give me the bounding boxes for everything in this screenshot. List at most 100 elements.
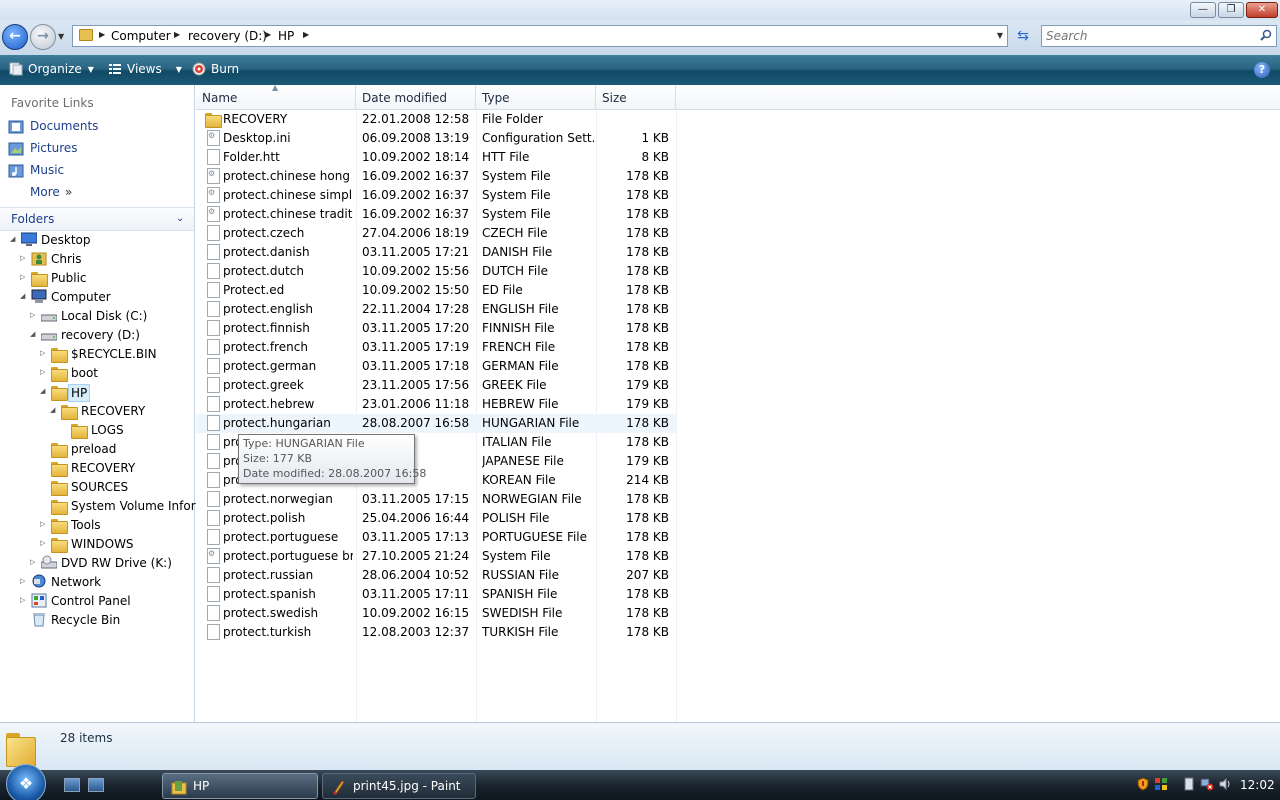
tree-item-recovery[interactable]: ◢ RECOVERY — [0, 402, 194, 421]
breadcrumb-computer[interactable]: Computer — [111, 29, 171, 43]
start-button[interactable]: ❖ — [6, 764, 46, 800]
table-row[interactable]: protect.danish 03.11.2005 17:21 DANISH Fil… — [196, 243, 676, 262]
tree-item-recovery-d[interactable]: ◢ recovery (D:) — [0, 326, 194, 345]
table-row[interactable]: protect.french 03.11.2005 17:19 FRENCH Fil… — [196, 338, 676, 357]
expand-arrow-icon[interactable]: ▷ — [20, 596, 28, 606]
address-history-dropdown-icon[interactable]: ▼ — [997, 31, 1003, 40]
column-name[interactable]: Name ▲ — [196, 83, 356, 110]
table-row[interactable]: Protect.ed 10.09.2002 15:50 ED File 178 KB — [196, 281, 676, 300]
table-row[interactable]: protect.russian 28.06.2004 10:52 RUSSIAN F… — [196, 566, 676, 585]
table-row[interactable]: Desktop.ini 06.09.2008 13:19 Configuration… — [196, 129, 676, 148]
chevron-right-icon[interactable]: ▶ — [303, 30, 309, 39]
collapse-arrow-icon[interactable]: ◢ — [30, 330, 38, 340]
help-button[interactable]: ? — [1254, 62, 1270, 78]
tree-item-hp[interactable]: ◢ HP — [0, 383, 194, 402]
expand-arrow-icon[interactable]: ▷ — [40, 349, 48, 359]
table-row[interactable]: protect.norwegian 03.11.2005 17:15 NORWEGI… — [196, 490, 676, 509]
column-type[interactable]: Type — [476, 85, 596, 110]
expand-arrow-icon[interactable]: ▷ — [40, 520, 48, 530]
table-row[interactable]: protect.german 03.11.2005 17:18 GERMAN Fil… — [196, 357, 676, 376]
breadcrumb-hp[interactable]: HP — [278, 29, 294, 43]
expand-arrow-icon[interactable]: ▷ — [20, 577, 28, 587]
table-row[interactable]: protect.english 22.11.2004 17:28 ENGLISH F… — [196, 300, 676, 319]
table-row[interactable]: protect.turkish 12.08.2003 12:37 TURKISH F… — [196, 623, 676, 642]
breadcrumb-recovery-d[interactable]: recovery (D:) — [188, 29, 267, 43]
expand-arrow-icon[interactable]: ▷ — [30, 558, 38, 568]
table-row[interactable]: protect.swedish 10.09.2002 16:15 SWEDISH F… — [196, 604, 676, 623]
device-icon[interactable] — [1182, 777, 1196, 791]
search-box[interactable] — [1041, 25, 1277, 47]
chevron-right-icon[interactable]: ▶ — [265, 30, 271, 39]
chevron-right-icon[interactable]: ▶ — [99, 30, 105, 39]
tree-item-tools[interactable]: ▷ Tools — [0, 516, 194, 535]
table-row[interactable]: protect.polish 25.04.2006 16:44 POLISH Fil… — [196, 509, 676, 528]
collapse-arrow-icon[interactable]: ◢ — [10, 235, 18, 245]
tree-item-logs[interactable]: LOGS — [0, 421, 194, 440]
views-button[interactable]: Views ▼ — [108, 62, 182, 76]
show-desktop-icon[interactable] — [64, 778, 80, 792]
expand-arrow-icon[interactable]: ▷ — [40, 368, 48, 378]
close-button[interactable]: ✕ — [1246, 2, 1278, 18]
tree-item-desktop[interactable]: ◢ Desktop — [0, 231, 194, 250]
organize-button[interactable]: Organize ▼ — [9, 62, 94, 76]
chevron-right-icon[interactable]: ▶ — [174, 30, 180, 39]
refresh-button[interactable]: ⇆ — [1012, 26, 1034, 46]
tree-item-local-disk-c[interactable]: ▷ Local Disk (C:) — [0, 307, 194, 326]
table-row[interactable]: protect.portuguese 03.11.2005 17:13 PORTUG… — [196, 528, 676, 547]
column-size[interactable]: Size — [596, 85, 676, 110]
tree-item-boot[interactable]: ▷ boot — [0, 364, 194, 383]
table-row[interactable]: protect.finnish 03.11.2005 17:20 FINNISH F… — [196, 319, 676, 338]
collapse-arrow-icon[interactable]: ◢ — [40, 387, 48, 397]
table-row[interactable]: protect.greek 23.11.2005 17:56 GREEK File 1… — [196, 376, 676, 395]
tree-item-dvd-rw-drive-k[interactable]: ▷ DVD RW Drive (K:) — [0, 554, 194, 573]
tree-item-windows[interactable]: ▷ WINDOWS — [0, 535, 194, 554]
table-row[interactable]: protect.chinese hong k... 16.09.2002 16:3… — [196, 167, 676, 186]
column-date-modified[interactable]: Date modified — [356, 85, 476, 110]
search-icon[interactable] — [1260, 29, 1272, 41]
tree-item-public[interactable]: ▷ Public — [0, 269, 194, 288]
back-button[interactable]: ← — [2, 24, 28, 50]
burn-button[interactable]: Burn — [192, 62, 239, 76]
search-input[interactable] — [1046, 28, 1246, 44]
recent-pages-dropdown-icon[interactable]: ▼ — [58, 32, 64, 41]
maximize-button[interactable]: ❐ — [1218, 2, 1244, 18]
switch-windows-icon[interactable] — [88, 778, 104, 792]
table-row[interactable]: Folder.htt 10.09.2002 18:14 HTT File 8 KB — [196, 148, 676, 167]
table-row[interactable]: protect.chinese simplif... 16.09.2002 16:… — [196, 186, 676, 205]
collapse-arrow-icon[interactable]: ◢ — [20, 292, 28, 302]
expand-arrow-icon[interactable]: ▷ — [20, 273, 28, 283]
table-row[interactable]: RECOVERY 22.01.2008 12:58 File Folder — [196, 110, 676, 129]
tree-item-system-volume-inform[interactable]: System Volume Inform — [0, 497, 207, 516]
tree-item-computer[interactable]: ◢ Computer — [0, 288, 194, 307]
address-bar[interactable]: ▶ Computer ▶ recovery (D:) ▶ HP ▶ ▼ — [72, 25, 1008, 47]
tree-item-recycle-bin[interactable]: Recycle Bin — [0, 611, 194, 630]
table-row[interactable]: protect.chinese traditi... 16.09.2002 16:… — [196, 205, 676, 224]
expand-arrow-icon[interactable]: ▷ — [30, 311, 38, 321]
expand-arrow-icon[interactable]: ▷ — [40, 539, 48, 549]
table-row[interactable]: protect.hebrew 23.01.2006 11:18 HEBREW Fil… — [196, 395, 676, 414]
table-row[interactable]: protect.spanish 03.11.2005 17:11 SPANISH F… — [196, 585, 676, 604]
security-shield-icon[interactable] — [1136, 777, 1150, 791]
tree-item-recycle-bin[interactable]: ▷ $RECYCLE.BIN — [0, 345, 194, 364]
tree-item-preload[interactable]: preload — [0, 440, 194, 459]
collapse-arrow-icon[interactable]: ◢ — [50, 406, 58, 416]
taskbar-item-hp[interactable]: HP — [162, 773, 318, 799]
taskbar-item-paint[interactable]: print45.jpg - Paint — [322, 773, 476, 799]
tree-item-control-panel[interactable]: ▷ Control Panel — [0, 592, 194, 611]
table-row[interactable]: protect.czech 27.04.2006 18:19 CZECH File 1… — [196, 224, 676, 243]
expand-arrow-icon[interactable]: ▷ — [20, 254, 28, 264]
clock[interactable]: 12:02 — [1240, 778, 1275, 792]
tree-item-recovery[interactable]: RECOVERY — [0, 459, 194, 478]
volume-icon[interactable] — [1218, 777, 1232, 791]
table-row[interactable]: protect.dutch 10.09.2002 15:56 DUTCH File 1… — [196, 262, 676, 281]
tree-item-chris[interactable]: ▷ Chris — [0, 250, 194, 269]
tree-item-sources[interactable]: SOURCES — [0, 478, 194, 497]
table-row[interactable]: protect.portuguese bra... 27.10.2005 21:2… — [196, 547, 676, 566]
windows-update-icon[interactable] — [1154, 777, 1168, 791]
forward-button[interactable]: → — [30, 24, 56, 50]
minimize-button[interactable]: — — [1190, 2, 1216, 18]
folders-header[interactable]: Folders ⌄ — [0, 207, 194, 231]
network-status-icon[interactable] — [1200, 777, 1214, 791]
table-row[interactable]: protect.hungarian 28.08.2007 16:58 HUNGARI… — [196, 414, 676, 433]
tree-item-network[interactable]: ▷ Network — [0, 573, 194, 592]
